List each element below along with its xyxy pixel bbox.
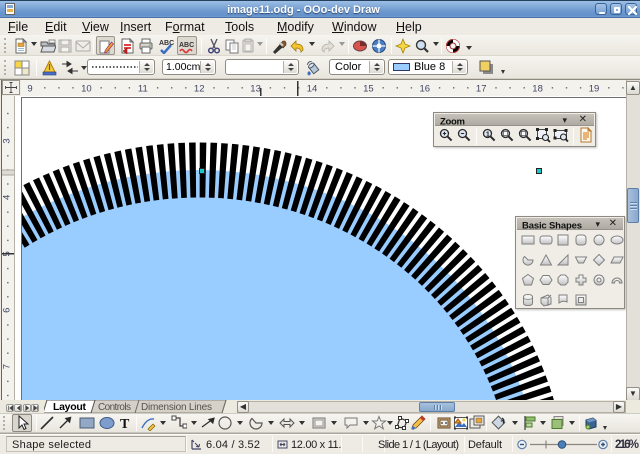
svg-text:6: 6 <box>2 308 13 313</box>
svg-text:Zoom: Zoom <box>440 117 465 128</box>
svg-text:Dimension Lines: Dimension Lines <box>141 402 212 413</box>
svg-text:15: 15 <box>363 84 374 95</box>
svg-text:7: 7 <box>2 364 13 369</box>
svg-text:16: 16 <box>420 84 431 95</box>
svg-text:13: 13 <box>250 84 261 95</box>
svg-text:ABC: ABC <box>159 40 174 47</box>
svg-text:Basic Shapes: Basic Shapes <box>522 221 582 232</box>
svg-text:Layout: Layout <box>53 401 87 413</box>
svg-text:4: 4 <box>2 195 13 200</box>
svg-text:17: 17 <box>476 84 487 95</box>
svg-text:Controls: Controls <box>98 402 131 413</box>
svg-text:9: 9 <box>27 84 32 95</box>
svg-text:216%: 216% <box>615 439 639 451</box>
svg-text:18: 18 <box>532 84 543 95</box>
svg-text:Shape selected: Shape selected <box>12 439 91 451</box>
svg-text:1: 1 <box>486 129 490 138</box>
svg-text:19: 19 <box>589 84 600 95</box>
svg-text:ABC: ABC <box>179 42 194 49</box>
svg-text:12: 12 <box>194 84 205 95</box>
svg-text:11: 11 <box>138 84 148 95</box>
svg-text:14: 14 <box>307 84 318 95</box>
svg-text:Default: Default <box>468 439 502 451</box>
svg-text:T: T <box>120 417 130 431</box>
svg-text:10: 10 <box>81 84 92 95</box>
svg-text:Slide 1 / 1 (Layout): Slide 1 / 1 (Layout) <box>378 439 459 451</box>
svg-text:12.00 x 11.51: 12.00 x 11.51 <box>291 439 341 451</box>
svg-text:6.04 / 3.52: 6.04 / 3.52 <box>206 439 260 451</box>
svg-text:3: 3 <box>2 138 13 143</box>
